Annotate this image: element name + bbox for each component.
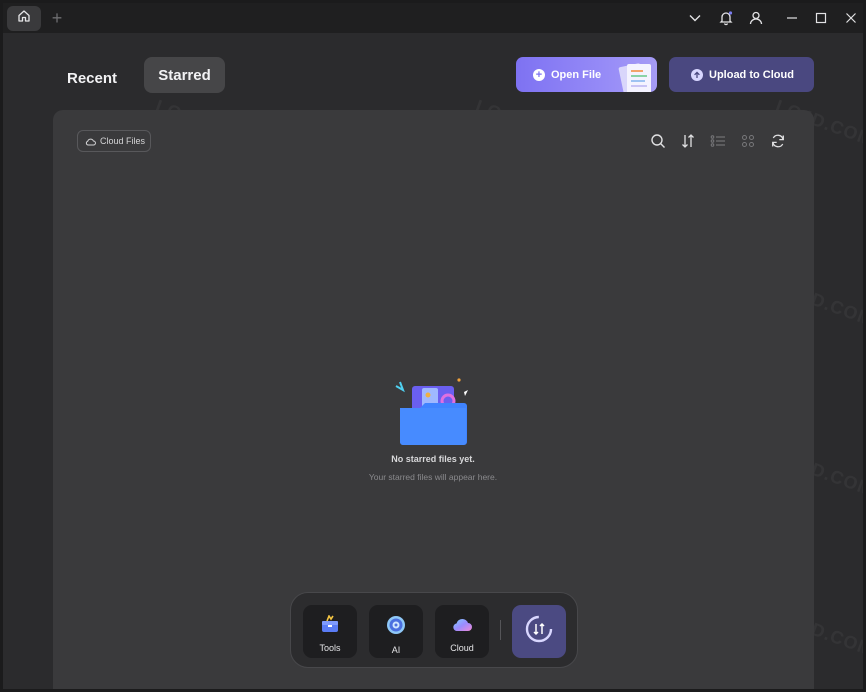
- dock-convert-button[interactable]: [512, 605, 566, 658]
- home-tab[interactable]: [7, 6, 41, 31]
- empty-state-title: No starred files yet.: [391, 454, 475, 464]
- empty-state-subtitle: Your starred files will appear here.: [368, 472, 498, 482]
- open-file-label: Open File: [551, 68, 602, 81]
- sort-icon[interactable]: [679, 132, 697, 150]
- new-tab-button[interactable]: +: [48, 8, 66, 28]
- tools-icon: [320, 614, 340, 638]
- empty-folder-illustration: [392, 378, 474, 446]
- tab-recent[interactable]: Recent: [59, 61, 125, 95]
- maximize-icon[interactable]: [811, 8, 831, 28]
- tab-starred[interactable]: Starred: [144, 57, 225, 93]
- user-icon[interactable]: [746, 8, 766, 28]
- notification-bell-icon[interactable]: [716, 8, 736, 28]
- list-view-icon[interactable]: [709, 132, 727, 150]
- upload-label: Upload to Cloud: [709, 68, 794, 81]
- dock-label-tools: Tools: [319, 643, 341, 653]
- ai-icon: [386, 615, 406, 640]
- title-bar: +: [3, 3, 863, 33]
- dock-label-cloud: Cloud: [450, 643, 474, 653]
- convert-icon: [524, 614, 554, 649]
- dock-item-cloud[interactable]: Cloud: [435, 605, 489, 658]
- chevron-down-icon[interactable]: [685, 8, 705, 28]
- refresh-icon[interactable]: [769, 132, 787, 150]
- plus-circle-icon: +: [533, 68, 545, 81]
- cloud-files-button[interactable]: Cloud Files: [77, 130, 151, 152]
- bottom-dock: Tools AI Cloud: [290, 592, 578, 668]
- upload-icon: [691, 68, 703, 81]
- open-file-button[interactable]: + Open File: [516, 57, 657, 92]
- app-window: + LO4D.COM LO4D.COM LO4D.COM LO4D.COM LO…: [3, 3, 863, 689]
- search-icon[interactable]: [649, 132, 667, 150]
- home-icon: [17, 9, 31, 28]
- upload-to-cloud-button[interactable]: Upload to Cloud: [669, 57, 814, 92]
- dock-divider: [500, 620, 501, 640]
- minimize-icon[interactable]: [782, 8, 802, 28]
- grid-view-icon[interactable]: [739, 132, 757, 150]
- cloud-icon: [85, 138, 96, 145]
- cloud-files-label: Cloud Files: [100, 136, 146, 146]
- cloud-icon: [451, 615, 473, 638]
- dock-item-tools[interactable]: Tools: [303, 605, 357, 658]
- dock-label-ai: AI: [391, 645, 401, 655]
- documents-icon: [615, 61, 657, 92]
- dock-item-ai[interactable]: AI: [369, 605, 423, 658]
- close-icon[interactable]: [841, 8, 861, 28]
